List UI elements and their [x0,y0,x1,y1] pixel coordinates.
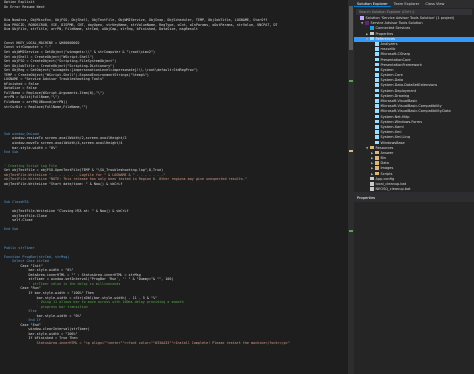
tree-item-label: Solution 'Service Advisor Tools Solution… [365,16,455,20]
ref-icon [375,114,379,119]
tree-item-label: System.Xaml [380,124,404,129]
tree-item-label: PresentationFramework [380,62,422,67]
code-editor[interactable]: Option Explicit On Error Resume Next Dim N… [0,0,348,374]
tree-item-label: Microsoft.CSharp [380,52,411,57]
tree-item-label: System.Core [380,73,403,78]
tree-item-label: Properties [375,31,394,36]
panel-tab-strip: Solution Explorer Team Explorer Class Vi… [354,0,474,8]
ref-icon [375,119,379,124]
ref-icon [375,83,379,88]
tree-item-label: Resources [375,145,394,150]
scroll-marker [349,80,353,82]
ref-icon [375,135,379,139]
tree-item-label: Bin [380,156,387,161]
ref-icon [375,62,379,67]
tree-item-label: Service Advisor Tools Solution [370,21,423,26]
tree-item-label: WindowsBase [380,140,405,145]
ref-icon [375,124,379,129]
solution-icon [360,16,364,20]
tree-item-label: References [375,36,395,41]
ref-icon [375,104,379,108]
folder-icon [375,156,379,160]
tree-item-label: Answer [380,150,394,155]
tree-item-label: System.Data.DataSetExtensions [380,83,438,88]
ref-icon [375,41,379,46]
tree-item-label: System [380,67,394,72]
tree-item-label: System.Net.Http [380,114,410,119]
ref-icon [375,130,379,134]
ref-icon [375,88,379,93]
ref-icon [375,140,379,145]
solution-search-input[interactable]: Search Solution Explorer (Ctrl+;) [356,9,472,15]
ref-icon [375,93,379,98]
tree-item-label: local_cleanup.bat [375,182,407,186]
tree-item-label: Microsoft.VisualBasic.Compatibility [380,104,442,109]
tree-item-label: System.Windows.Forms [380,119,423,124]
tree-item-label: Connected Services [375,26,411,31]
tree-item-label: App.config [375,176,395,181]
ref-icon [375,109,379,113]
tree-item-label: NEOSQ_cleanup.bat [375,187,411,192]
tree-item-label: System.Xml [380,130,402,135]
file-icon [370,187,374,191]
file-icon [370,176,374,181]
properties-grid[interactable] [354,202,474,283]
ref-icon [375,57,379,62]
ref-icon [370,36,374,41]
properties-title: Properties [354,195,474,203]
tree-item-label: Data [380,161,389,166]
file-icon [370,182,374,186]
ref-icon [375,47,379,51]
scroll-marker [349,230,353,232]
tree-item-label: Analyzers [380,41,398,46]
scrollbar-thumb[interactable] [349,6,353,50]
ref-icon [375,67,379,72]
ref-icon [375,73,379,77]
tree-item-label: System.Xml.Linq [380,135,410,140]
ref-icon [375,99,379,103]
tree-item-label: Images [380,166,394,171]
ref-icon [375,52,379,56]
tree-item-label: Scripts [380,171,393,176]
tree-item-label: PresentationCore [380,57,411,62]
tab-team-explorer[interactable]: Team Explorer [391,2,423,6]
solution-explorer-panel: Solution Explorer Team Explorer Class Vi… [354,0,474,374]
tree-item-label: System.Deployment [380,88,417,93]
tab-class-view[interactable]: Class View [422,2,447,6]
service-icon [370,26,374,30]
tree-item-label: Microsoft.VisualBasic [380,99,418,103]
code-line[interactable]: StatusArea.innerHTML = "<p align=""cente… [0,341,348,346]
tree-item-label: mscorlib [380,47,396,52]
wrench-icon [370,31,374,36]
folder-icon [375,150,379,155]
folder-icon [375,161,379,165]
scroll-marker [349,150,353,152]
tree-item-label: System.Drawing [380,93,410,98]
folder-icon [375,166,379,171]
folder-icon [370,145,374,150]
ref-icon [375,78,379,82]
tree-item-label: Microsoft.VisualBasic.Compatibility.Data [380,109,451,114]
tab-solution-explorer[interactable]: Solution Explorer [354,2,391,7]
tree-item-label: System.Data [380,78,404,83]
project-icon [365,21,369,25]
solution-tree: Solution 'Service Advisor Tools Solution… [354,16,474,192]
folder-icon [375,171,379,176]
